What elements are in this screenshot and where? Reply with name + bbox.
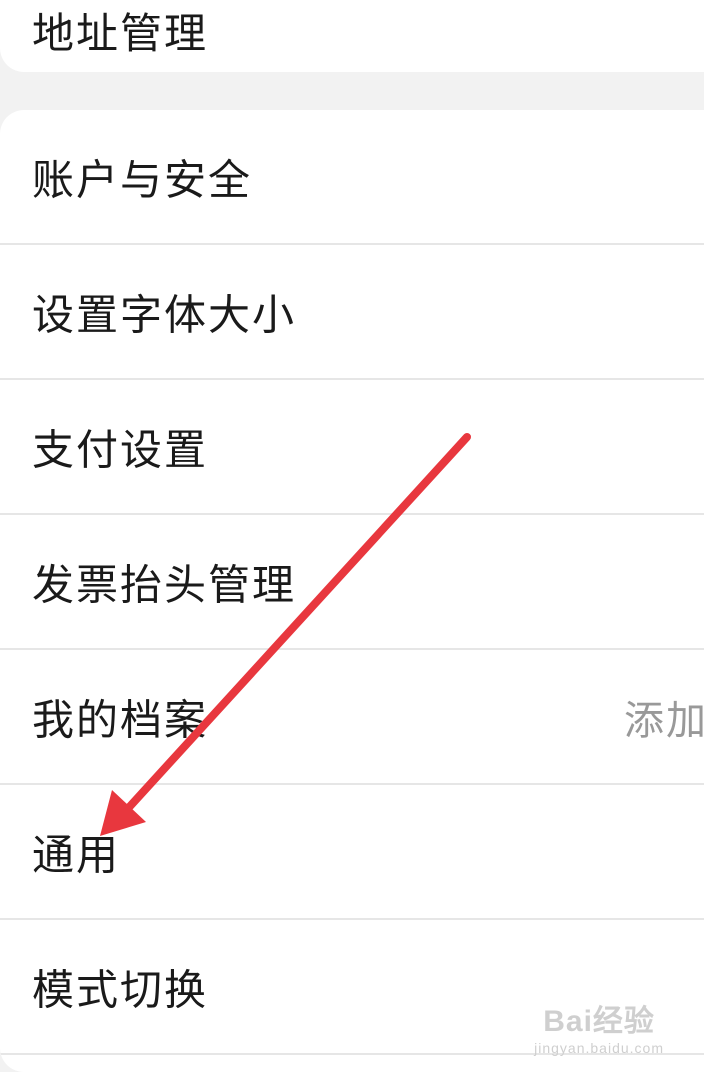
- menu-item-value: 添加: [624, 697, 704, 744]
- settings-screen: 地址管理 账户与安全 设置字体大小 支付设置 发票抬头管理 我的档案 添加 通用…: [0, 0, 704, 1072]
- menu-item-label: 地址管理: [32, 9, 209, 58]
- menu-item-font-size[interactable]: 设置字体大小: [0, 245, 704, 380]
- menu-item-label: 发票抬头管理: [32, 560, 297, 609]
- menu-item-invoice-title[interactable]: 发票抬头管理: [0, 515, 704, 650]
- menu-item-general[interactable]: 通用: [0, 785, 704, 920]
- menu-item-label: 设置字体大小: [32, 290, 297, 339]
- menu-item-label: 模式切换: [32, 965, 209, 1014]
- menu-item-label: 通用: [32, 830, 121, 879]
- menu-item-mode-switch[interactable]: 模式切换: [0, 920, 704, 1055]
- menu-item-address[interactable]: 地址管理: [0, 0, 704, 72]
- top-card: 地址管理: [0, 0, 704, 72]
- menu-item-label: 账户与安全: [32, 155, 253, 204]
- menu-item-label: 我的档案: [32, 695, 209, 744]
- menu-item-my-profile[interactable]: 我的档案 添加: [0, 650, 704, 785]
- menu-item-payment-settings[interactable]: 支付设置: [0, 380, 704, 515]
- settings-card: 账户与安全 设置字体大小 支付设置 发票抬头管理 我的档案 添加 通用 模式切换: [0, 110, 704, 1072]
- menu-item-account-security[interactable]: 账户与安全: [0, 110, 704, 245]
- menu-item-label: 支付设置: [32, 425, 209, 474]
